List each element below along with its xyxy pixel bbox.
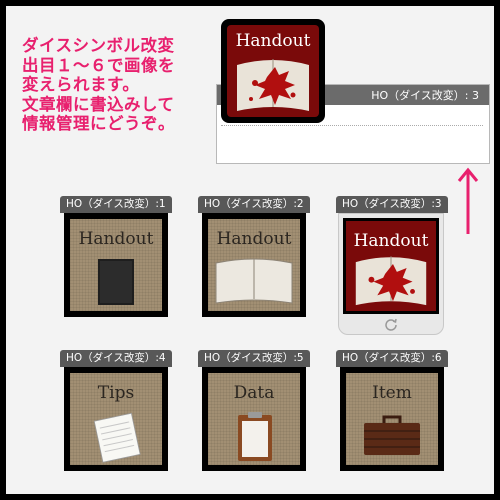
card-label-1: HO（ダイス改変）:1 — [60, 196, 172, 213]
card-label-3: HO（ダイス改変）:3 — [336, 196, 448, 213]
instruction-line: 文章欄に書込みして — [22, 94, 175, 114]
open-book-icon — [215, 258, 293, 304]
handout-card-3-selected[interactable]: Handout — [338, 213, 444, 335]
top-handout-card[interactable]: Handout — [221, 19, 325, 123]
card-image: Data — [208, 373, 300, 465]
card-image: Tips — [70, 373, 162, 465]
tips-card[interactable]: Tips — [64, 367, 168, 471]
instructions: ダイスシンボル改変 出目１～６で画像を 変えられます。 文章欄に書込みして 情報… — [22, 36, 222, 134]
panel-header-label: HO（ダイス改変）: 3 — [371, 89, 479, 102]
handout-card-1[interactable]: Handout — [64, 213, 168, 317]
card-label-2: HO（ダイス改変）:2 — [198, 196, 310, 213]
blood-book-image: Handout — [227, 25, 319, 117]
card-label-4: HO（ダイス改変）:4 — [60, 350, 172, 367]
arrow-up-icon — [457, 167, 479, 234]
instruction-line: 情報管理にどうぞ。 — [22, 114, 175, 133]
blood-book-icon — [237, 59, 309, 111]
panel-line — [221, 125, 483, 126]
item-card[interactable]: Item — [340, 367, 444, 471]
card-image: Handout — [208, 219, 300, 311]
instruction-line: 出目１～６で画像を — [22, 55, 175, 75]
instruction-line: ダイスシンボル改変 — [22, 36, 175, 55]
clipboard-icon — [238, 412, 272, 461]
card-label-6: HO（ダイス改変）:6 — [336, 350, 448, 367]
instruction-line: 変えられます。 — [22, 75, 140, 94]
card-image: Handout — [343, 218, 439, 314]
notepaper-icon — [93, 412, 141, 463]
handout-card-2[interactable]: Handout — [202, 213, 306, 317]
briefcase-icon — [364, 415, 420, 455]
closed-book-icon — [98, 259, 134, 305]
reload-icon[interactable] — [384, 317, 398, 331]
card-label-5: HO（ダイス改変）:5 — [198, 350, 310, 367]
outer-frame: ダイスシンボル改変 出目１～６で画像を 変えられます。 文章欄に書込みして 情報… — [0, 0, 500, 500]
card-image: Item — [346, 373, 438, 465]
blood-book-icon — [355, 256, 427, 306]
data-card[interactable]: Data — [202, 367, 306, 471]
card-image: Handout — [70, 219, 162, 311]
canvas: ダイスシンボル改変 出目１～６で画像を 変えられます。 文章欄に書込みして 情報… — [6, 6, 494, 494]
